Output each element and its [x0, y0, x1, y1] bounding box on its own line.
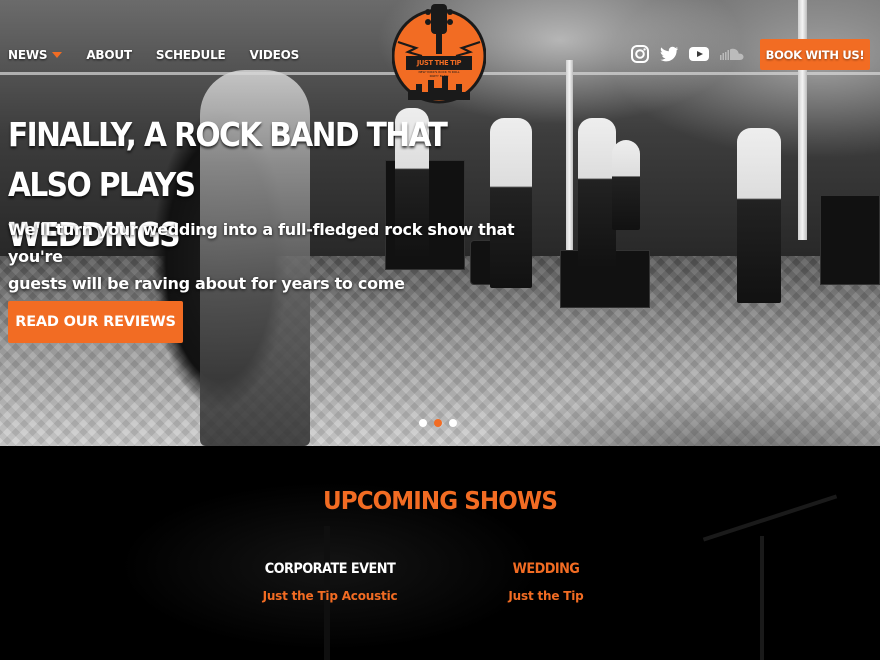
slideshow-pagination: [419, 419, 457, 427]
book-with-us-button[interactable]: BOOK WITH US!: [760, 39, 870, 70]
slide-dot-2[interactable]: [434, 419, 442, 427]
show-card: CORPORATE EVENT Just the Tip Acoustic: [220, 561, 440, 603]
band-member: [578, 118, 616, 268]
tent-pole: [798, 0, 807, 240]
section-title: UPCOMING SHOWS: [323, 486, 558, 515]
twitter-icon[interactable]: [659, 44, 679, 64]
read-reviews-button[interactable]: READ OUR REVIEWS: [8, 301, 183, 343]
youtube-icon[interactable]: [688, 44, 710, 64]
nav-item-news[interactable]: NEWS: [8, 48, 63, 62]
hero-subline: We'll turn your wedding into a full-fled…: [8, 216, 568, 297]
band-logo[interactable]: JUST THE TIP BAND NEW YORK'S ROCK 'N ROL…: [391, 4, 487, 106]
band-member: [737, 128, 781, 303]
hero-subline-line1: We'll turn your wedding into a full-fled…: [8, 220, 515, 266]
show-title[interactable]: CORPORATE EVENT: [229, 561, 431, 577]
show-card: WEDDING Just the Tip: [436, 561, 656, 603]
nav-item-label: NEWS: [8, 48, 48, 62]
slide-dot-1[interactable]: [419, 419, 427, 427]
hero-subline-line2: guests will be raving about for years to…: [8, 274, 405, 293]
social-links: [630, 44, 745, 64]
band-member: [612, 140, 640, 230]
nav-item-videos[interactable]: VIDEOS: [250, 48, 300, 62]
soundcloud-icon[interactable]: [719, 44, 745, 64]
main-nav: NEWS ABOUT SCHEDULE VIDEOS: [8, 48, 323, 62]
instagram-icon[interactable]: [630, 44, 650, 64]
floor-shadow: [320, 326, 880, 446]
mic-stand-silhouette: [760, 536, 764, 660]
keyboard-rig: [820, 195, 880, 285]
upcoming-shows-section: UPCOMING SHOWS CORPORATE EVENT Just the …: [0, 446, 880, 660]
slide-dot-3[interactable]: [449, 419, 457, 427]
show-title[interactable]: WEDDING: [445, 561, 647, 577]
logo-tagline: NEW YORK'S ROCK 'N ROLL PARTY BAND: [418, 70, 460, 78]
caret-down-icon: [52, 52, 63, 58]
nav-item-schedule[interactable]: SCHEDULE: [156, 48, 226, 62]
nav-item-about[interactable]: ABOUT: [86, 48, 132, 62]
guitar-logo-icon: [391, 4, 487, 104]
hero-headline-line1: FINALLY, A ROCK BAND THAT ALSO PLAYS: [8, 115, 448, 204]
show-subtitle[interactable]: Just the Tip: [436, 589, 656, 603]
show-subtitle[interactable]: Just the Tip Acoustic: [220, 589, 440, 603]
